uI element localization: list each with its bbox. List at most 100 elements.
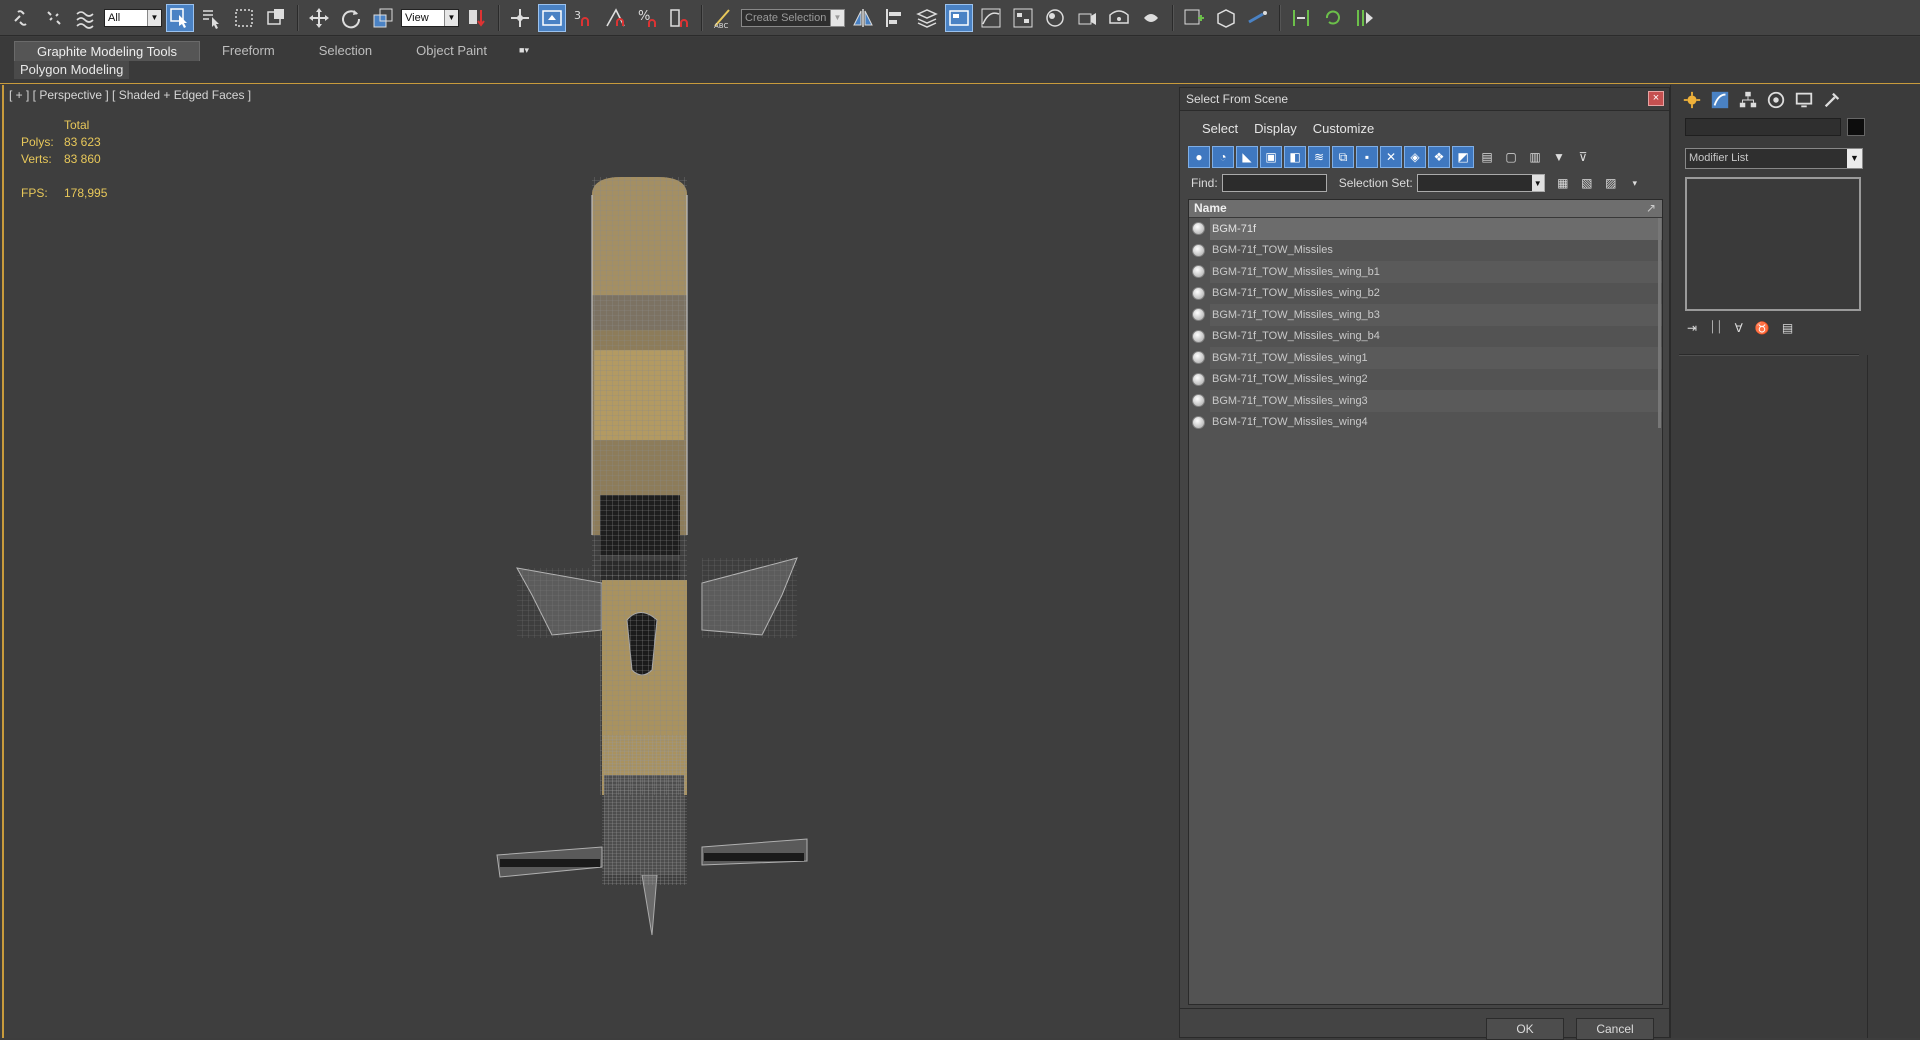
modifier-list-dropdown[interactable]: Modifier List ▼ xyxy=(1685,148,1863,169)
schematic-view-icon[interactable] xyxy=(1009,4,1037,32)
hierarchy-tab-icon[interactable] xyxy=(1737,89,1759,111)
display-xrefs-icon[interactable]: ▪ xyxy=(1356,146,1378,168)
tab-freeform[interactable]: Freeform xyxy=(200,41,297,60)
more-options-icon[interactable]: ▾ xyxy=(1625,174,1645,192)
render-teapot-icon[interactable] xyxy=(1137,4,1165,32)
object-color-swatch[interactable] xyxy=(1847,118,1865,136)
tab-graphite-modeling-tools[interactable]: Graphite Modeling Tools xyxy=(14,41,200,61)
object-name-field[interactable] xyxy=(1685,118,1841,136)
angle-snap-icon[interactable] xyxy=(602,4,630,32)
motion-tab-icon[interactable] xyxy=(1765,89,1787,111)
ribbon-options-icon[interactable]: ■▾ xyxy=(509,41,539,60)
cancel-button[interactable]: Cancel xyxy=(1576,1018,1654,1040)
manipulate-icon[interactable] xyxy=(506,4,534,32)
scale-icon[interactable] xyxy=(369,4,397,32)
remove-modifier-icon[interactable]: ♉ xyxy=(1755,321,1770,335)
layer-manager-icon[interactable] xyxy=(913,4,941,32)
rotate-icon[interactable] xyxy=(337,4,365,32)
list-item[interactable]: BGM-71f_TOW_Missiles_wing_b4 xyxy=(1189,326,1662,348)
edit-named-selection-icon[interactable]: ABC xyxy=(709,4,737,32)
column-header-name[interactable]: Name ↗ xyxy=(1189,200,1662,218)
filter-icon[interactable]: ▼ xyxy=(1548,146,1570,168)
reference-coordinate-dropdown[interactable]: View ▼ xyxy=(401,8,459,27)
menu-customize[interactable]: Customize xyxy=(1305,121,1382,136)
list-item[interactable]: BGM-71f_TOW_Missiles_wing2 xyxy=(1189,369,1662,391)
display-bones-icon[interactable]: ✕ xyxy=(1380,146,1402,168)
panel-polygon-modeling[interactable]: Polygon Modeling xyxy=(14,61,130,79)
display-shapes-icon[interactable]: ◔ xyxy=(1212,146,1234,168)
snaps-toggle-icon[interactable]: 3 xyxy=(570,4,598,32)
pivot-center-icon[interactable] xyxy=(463,4,491,32)
list-item[interactable]: BGM-71f xyxy=(1189,218,1662,240)
menu-select[interactable]: Select xyxy=(1186,121,1246,136)
time-config-icon[interactable] xyxy=(1351,4,1379,32)
make-unique-icon[interactable]: ∀ xyxy=(1735,321,1743,335)
link-icon[interactable] xyxy=(8,4,36,32)
add-to-set-icon[interactable]: ▦ xyxy=(1553,174,1573,192)
xref-icon[interactable] xyxy=(1244,4,1272,32)
display-space-warps-icon[interactable]: ≋ xyxy=(1308,146,1330,168)
window-crossing-icon[interactable] xyxy=(262,4,290,32)
list-scrollbar[interactable] xyxy=(1658,218,1661,428)
filter-options-icon[interactable]: ⊽ xyxy=(1572,146,1594,168)
rendered-frame-icon[interactable] xyxy=(1105,4,1133,32)
unlink-icon[interactable] xyxy=(40,4,68,32)
keyboard-shortcut-override-icon[interactable] xyxy=(538,3,566,32)
close-icon[interactable]: × xyxy=(1648,91,1664,106)
find-input[interactable] xyxy=(1221,174,1327,192)
bind-space-warp-icon[interactable] xyxy=(72,4,100,32)
list-item[interactable]: BGM-71f_TOW_Missiles_wing3 xyxy=(1189,390,1662,412)
move-icon[interactable] xyxy=(305,4,333,32)
show-end-result-icon[interactable]: ⏐⏐ xyxy=(1709,320,1723,335)
configure-modifier-sets-icon[interactable]: ▤ xyxy=(1782,321,1793,335)
display-hidden-icon[interactable]: ◩ xyxy=(1452,146,1474,168)
list-item[interactable]: BGM-71f_TOW_Missiles_wing_b1 xyxy=(1189,261,1662,283)
display-helpers-icon[interactable]: ◧ xyxy=(1284,146,1306,168)
selection-filter-dropdown[interactable]: All ▼ xyxy=(104,8,162,27)
modifier-stack[interactable] xyxy=(1685,177,1861,311)
select-none-icon[interactable]: ▢ xyxy=(1500,146,1522,168)
list-item[interactable]: BGM-71f_TOW_Missiles xyxy=(1189,240,1662,262)
display-geometry-icon[interactable]: ● xyxy=(1188,146,1210,168)
create-tab-icon[interactable] xyxy=(1681,89,1703,111)
sort-icon[interactable]: ↗ xyxy=(1646,200,1656,217)
rect-selection-icon[interactable] xyxy=(230,4,258,32)
pin-stack-icon[interactable]: ⇥ xyxy=(1687,321,1697,335)
tab-selection[interactable]: Selection xyxy=(297,41,394,60)
selection-set-dropdown[interactable]: ▼ xyxy=(1416,174,1545,192)
key-mode-icon[interactable] xyxy=(1287,4,1315,32)
named-selection-dropdown[interactable]: Create Selection Se ▼ xyxy=(741,8,845,27)
select-by-name-icon[interactable] xyxy=(198,4,226,32)
display-tab-icon[interactable] xyxy=(1793,89,1815,111)
material-editor-icon[interactable] xyxy=(1041,4,1069,32)
populate-icon[interactable] xyxy=(1180,4,1208,32)
display-lights-icon[interactable]: ◣ xyxy=(1236,146,1258,168)
perspective-viewport[interactable]: [ + ] [ Perspective ] [ Shaded + Edged F… xyxy=(2,85,1182,1038)
modify-tab-icon[interactable] xyxy=(1709,89,1731,111)
list-item[interactable]: BGM-71f_TOW_Missiles_wing_b3 xyxy=(1189,304,1662,326)
container-icon[interactable] xyxy=(1212,4,1240,32)
remove-from-set-icon[interactable]: ▧ xyxy=(1577,174,1597,192)
display-frozen-icon[interactable]: ❖ xyxy=(1428,146,1450,168)
select-object-icon[interactable] xyxy=(166,3,194,32)
list-item[interactable]: BGM-71f_TOW_Missiles_wing4 xyxy=(1189,412,1662,434)
tab-object-paint[interactable]: Object Paint xyxy=(394,41,509,60)
display-groups-icon[interactable]: ⧉ xyxy=(1332,146,1354,168)
graphite-toggle-icon[interactable] xyxy=(945,3,973,32)
ok-button[interactable]: OK xyxy=(1486,1018,1564,1040)
align-icon[interactable] xyxy=(881,4,909,32)
render-setup-icon[interactable] xyxy=(1073,4,1101,32)
utilities-tab-icon[interactable] xyxy=(1821,89,1843,111)
curve-editor-icon[interactable] xyxy=(977,4,1005,32)
display-containers-icon[interactable]: ◈ xyxy=(1404,146,1426,168)
select-all-icon[interactable]: ▤ xyxy=(1476,146,1498,168)
animation-loop-icon[interactable] xyxy=(1319,4,1347,32)
select-invert-icon[interactable]: ▥ xyxy=(1524,146,1546,168)
list-item[interactable]: BGM-71f_TOW_Missiles_wing1 xyxy=(1189,347,1662,369)
spinner-snap-icon[interactable] xyxy=(666,4,694,32)
edit-set-icon[interactable]: ▨ xyxy=(1601,174,1621,192)
list-item[interactable]: BGM-71f_TOW_Missiles_wing_b2 xyxy=(1189,283,1662,305)
dialog-titlebar[interactable]: Select From Scene × xyxy=(1180,88,1669,111)
missile-model[interactable] xyxy=(492,175,822,1015)
display-cameras-icon[interactable]: ▣ xyxy=(1260,146,1282,168)
